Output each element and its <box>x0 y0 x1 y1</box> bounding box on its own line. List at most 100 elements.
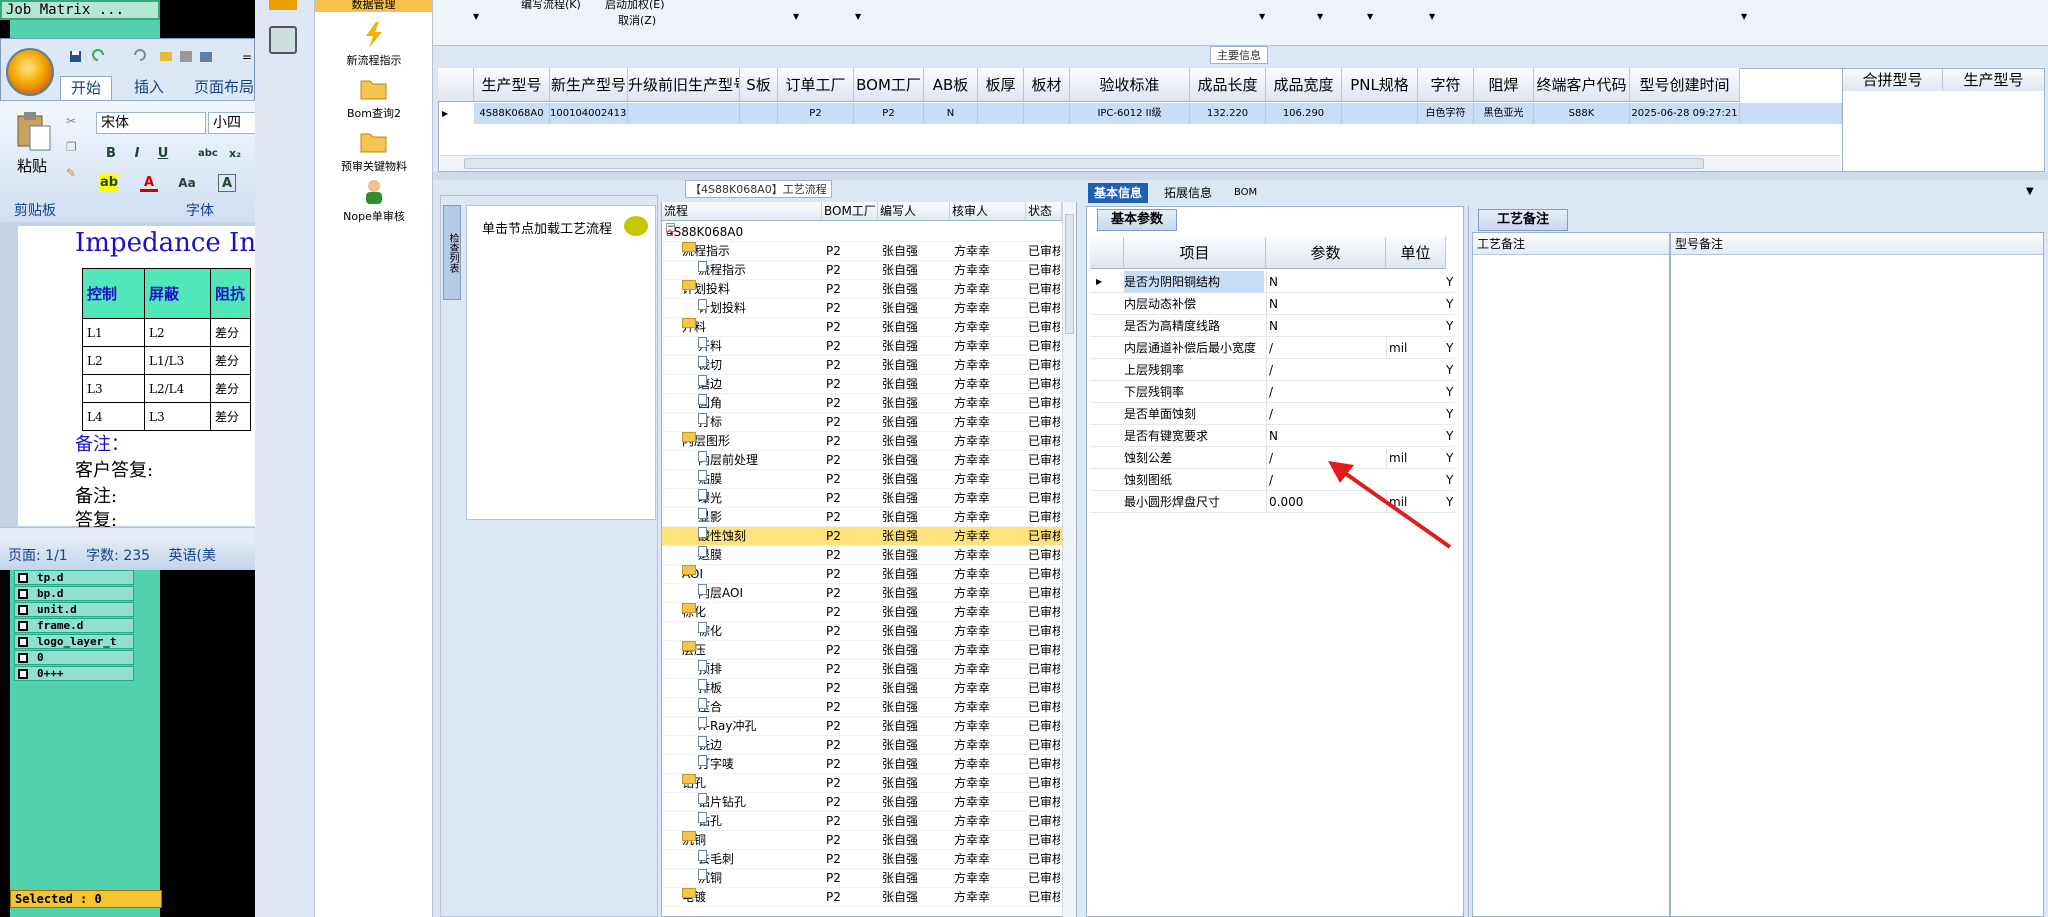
tree-node[interactable]: −内层图形 <box>682 432 822 451</box>
grid-col-header[interactable]: 成品宽度 <box>1266 68 1342 102</box>
office-button-icon[interactable] <box>6 48 54 96</box>
language[interactable]: 英语(美 <box>169 548 216 564</box>
tab-basic-params[interactable]: 基本参数 <box>1097 209 1177 231</box>
grid-cell[interactable] <box>740 103 778 124</box>
grid-cell[interactable]: 白色字符 <box>1418 103 1474 124</box>
layer-row[interactable]: frame.d <box>14 618 134 633</box>
tree-node[interactable]: 打标 <box>698 413 822 432</box>
grid-cell[interactable] <box>1342 103 1418 124</box>
param-value[interactable]: / <box>1266 337 1384 359</box>
grid-cell[interactable] <box>1024 103 1070 124</box>
layer-row[interactable]: logo_layer_t <box>14 634 134 649</box>
tree-row[interactable]: −计划投料 P2 张自强 方幸幸 已审核 <box>662 280 1062 299</box>
process-notes-field[interactable] <box>1472 232 1670 917</box>
tree-row[interactable]: 去毛刺 P2 张自强 方幸幸 已审核 <box>662 850 1062 869</box>
change-case-icon[interactable]: Aa <box>178 174 196 192</box>
grid-cell[interactable]: IPC-6012 II级 <box>1070 103 1190 124</box>
checklist-side-tab[interactable]: 检查列表 <box>443 205 461 300</box>
tree-node[interactable]: 流程指示 <box>698 261 822 280</box>
chevron-down-icon[interactable]: ▼ <box>855 12 861 21</box>
param-value[interactable]: / <box>1266 381 1384 403</box>
grid-col-header[interactable]: 新生产型号 <box>550 68 628 102</box>
speech-bubble-icon[interactable] <box>624 216 648 236</box>
tree-vertical-scrollbar[interactable] <box>1062 202 1076 917</box>
param-value[interactable]: N <box>1266 271 1384 293</box>
grid-col-header[interactable]: 板厚 <box>978 68 1024 102</box>
grid-col-header[interactable]: PNL规格 <box>1342 68 1418 102</box>
tree-node[interactable]: −钻孔 <box>682 774 822 793</box>
underline-button[interactable]: U <box>154 145 172 163</box>
param-value[interactable]: / <box>1266 359 1384 381</box>
scroll-thumb[interactable] <box>1065 214 1074 334</box>
tab-insert[interactable]: 插入 <box>124 76 174 100</box>
param-row[interactable]: 是否有键宽要求 N Y <box>1090 425 1455 447</box>
tree-row[interactable]: 磨边 P2 张自强 方幸幸 已审核 <box>662 375 1062 394</box>
quick-access-toolbar[interactable]: = <box>60 46 255 68</box>
grid-cell[interactable]: 10010400241301 <box>550 103 628 124</box>
tab-bom[interactable]: BOM <box>1228 183 1263 203</box>
nav-item-new-flow[interactable]: 新流程指示 <box>315 22 433 68</box>
model-notes-field[interactable] <box>1670 232 2044 917</box>
tree-row[interactable]: − ⌂ 4S88K068A0 <box>662 223 1062 242</box>
chevron-down-icon[interactable]: ▼ <box>1259 12 1265 21</box>
chevron-down-icon[interactable]: ▼ <box>473 12 479 21</box>
tree-node[interactable]: 预排 <box>698 660 822 679</box>
tree-row[interactable]: 压合 P2 张自强 方幸幸 已审核 <box>662 698 1062 717</box>
tree-row[interactable]: 排板 P2 张自强 方幸幸 已审核 <box>662 679 1062 698</box>
tree-node[interactable]: 内层前处理 <box>698 451 822 470</box>
param-row[interactable]: 内层通道补偿后最小宽度 / mil Y <box>1090 337 1455 359</box>
grid-cell[interactable]: 2025-06-28 09:27:21 <box>1630 103 1740 124</box>
chevron-down-icon[interactable]: ▼ <box>1367 12 1373 21</box>
tree-row[interactable]: −层压 P2 张自强 方幸幸 已审核 <box>662 641 1062 660</box>
font-color-icon[interactable]: A <box>140 174 158 192</box>
grid-col-header[interactable]: 生产型号 <box>474 68 550 102</box>
grid-col-header[interactable]: 字符 <box>1418 68 1474 102</box>
layer-row[interactable]: bp.d <box>14 586 134 601</box>
calculator-icon[interactable] <box>269 26 297 54</box>
tree-node[interactable]: 磨边 <box>698 375 822 394</box>
tree-node[interactable]: 沉铜 <box>698 869 822 888</box>
grid-col-header[interactable]: 订单工厂 <box>778 68 854 102</box>
tree-node[interactable]: 曝光 <box>698 489 822 508</box>
tree-row[interactable]: 显影 P2 张自强 方幸幸 已审核 <box>662 508 1062 527</box>
chevron-down-icon[interactable]: ▼ <box>1741 12 1747 21</box>
checkbox-icon[interactable] <box>18 669 28 679</box>
layer-row[interactable]: tp.d <box>14 570 134 585</box>
param-row[interactable]: 上层残铜率 / Y <box>1090 359 1455 381</box>
tree-node[interactable]: −电镀 <box>682 888 822 907</box>
grid-cell[interactable]: P2 <box>854 103 924 124</box>
char-border-icon[interactable]: A <box>218 174 236 192</box>
copy-icon[interactable]: ❐ <box>66 140 82 156</box>
menu-cancel[interactable]: 取消(Z) <box>618 12 656 28</box>
tree-col-header[interactable]: BOM工厂 <box>822 202 878 221</box>
param-row[interactable]: 是否为高精度线路 N Y <box>1090 315 1455 337</box>
tree-node[interactable]: 退膜 <box>698 546 822 565</box>
tree-node[interactable]: X-Ray冲孔 <box>698 717 822 736</box>
bold-button[interactable]: B <box>102 145 120 163</box>
tree-node[interactable]: 裁切 <box>698 356 822 375</box>
param-row[interactable]: 是否单面蚀刻 / Y <box>1090 403 1455 425</box>
tree-row[interactable]: 打字唛 P2 张自强 方幸幸 已审核 <box>662 755 1062 774</box>
grid-cell[interactable] <box>978 103 1024 124</box>
checkbox-icon[interactable] <box>18 653 28 663</box>
tree-row[interactable]: 计划投料 P2 张自强 方幸幸 已审核 <box>662 299 1062 318</box>
tree-row[interactable]: −电镀 P2 张自强 方幸幸 已审核 <box>662 888 1062 907</box>
checkbox-icon[interactable] <box>18 621 28 631</box>
tree-col-header[interactable]: 状态 <box>1026 202 1062 221</box>
highlight-color-icon[interactable]: ab <box>100 174 118 192</box>
layer-row[interactable]: 0+++ <box>14 666 134 681</box>
chevron-down-icon[interactable]: ▼ <box>2026 186 2034 197</box>
grid-col-header[interactable]: 板材 <box>1024 68 1070 102</box>
tree-row[interactable]: 流程指示 P2 张自强 方幸幸 已审核 <box>662 261 1062 280</box>
subscript-button[interactable]: x₂ <box>226 145 244 163</box>
tree-row[interactable]: 曝光 P2 张自强 方幸幸 已审核 <box>662 489 1062 508</box>
grid-cell[interactable]: 4S88K068A0 <box>474 103 550 124</box>
tree-row[interactable]: −流程指示 P2 张自强 方幸幸 已审核 <box>662 242 1062 261</box>
checkbox-icon[interactable] <box>18 573 28 583</box>
cut-icon[interactable]: ✂ <box>66 114 82 130</box>
tree-row[interactable]: 圆角 P2 张自强 方幸幸 已审核 <box>662 394 1062 413</box>
grid-col-header[interactable]: BOM工厂 <box>854 68 924 102</box>
font-name-select[interactable]: 宋体 <box>96 112 206 134</box>
node-list[interactable] <box>466 205 656 520</box>
tree-node[interactable]: 压合 <box>698 698 822 717</box>
